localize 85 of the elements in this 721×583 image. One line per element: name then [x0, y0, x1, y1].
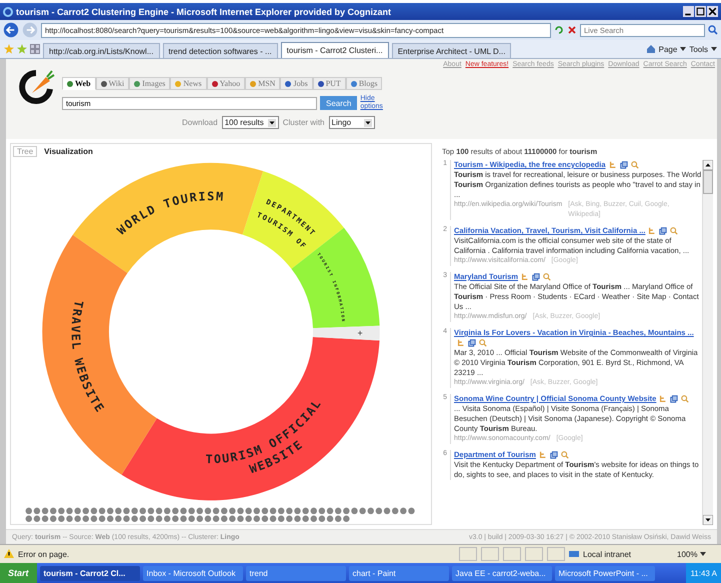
- more-segment[interactable]: [312, 326, 380, 340]
- stop-icon[interactable]: [567, 25, 577, 35]
- view-tab[interactable]: Tree: [13, 146, 38, 157]
- source-tab[interactable]: Images: [129, 77, 170, 90]
- magnifier-icon[interactable]: [560, 450, 569, 459]
- magnifier-icon[interactable]: [670, 226, 678, 235]
- taskbar-button[interactable]: trend: [246, 566, 346, 580]
- browser-tab[interactable]: Enterprise Architect - UML D...: [392, 43, 512, 58]
- source-tab[interactable]: Jobs: [280, 77, 313, 90]
- view-tab[interactable]: Visualization: [40, 146, 97, 157]
- dropdown-arrow-icon: [364, 118, 372, 126]
- toolbar-menu[interactable]: Tools: [689, 44, 717, 54]
- new-window-icon[interactable]: [550, 450, 558, 459]
- caret-icon: [680, 47, 686, 52]
- source-tab[interactable]: News: [170, 77, 207, 90]
- source-tab[interactable]: Wiki: [96, 77, 130, 90]
- close-button[interactable]: [707, 6, 718, 17]
- clock: 11:43 A: [690, 568, 717, 578]
- search-button[interactable]: Search: [320, 96, 358, 110]
- cluster-segment[interactable]: [122, 337, 380, 500]
- new-window-icon[interactable]: [620, 160, 628, 169]
- taskbar-button[interactable]: Java EE - carrot2-weba...: [452, 566, 552, 580]
- new-window-icon[interactable]: [670, 394, 678, 403]
- scroll-thumb[interactable]: [703, 170, 713, 194]
- status-panel: [503, 547, 521, 561]
- tree-icon[interactable]: [457, 338, 465, 347]
- magnifier-icon[interactable]: [479, 338, 487, 347]
- tree-icon[interactable]: [648, 226, 656, 235]
- zoom-level[interactable]: 100%: [677, 550, 717, 558]
- magnifier-icon[interactable]: [681, 394, 690, 403]
- carrot-logo-icon[interactable]: [16, 67, 56, 107]
- scroll-up-button[interactable]: [703, 160, 713, 170]
- tab-list-icon[interactable]: [30, 44, 40, 54]
- source-tab[interactable]: Yahoo: [206, 77, 246, 90]
- magnifier-icon[interactable]: [630, 160, 638, 169]
- browser-tab[interactable]: tourism - Carrot2 Clusteri...: [280, 42, 389, 58]
- source-tab[interactable]: PUT: [312, 77, 346, 90]
- tree-icon[interactable]: [659, 394, 668, 403]
- tree-icon[interactable]: [521, 272, 530, 281]
- warning-icon[interactable]: [4, 549, 14, 559]
- status-message: Error on page.: [18, 550, 70, 558]
- taskbar-button[interactable]: chart - Paint: [348, 566, 449, 580]
- new-window-icon[interactable]: [468, 338, 476, 347]
- browser-logo-icon: [3, 6, 13, 16]
- refresh-icon[interactable]: [554, 25, 564, 35]
- taskbar-button[interactable]: tourism - Carrot2 Cl...: [40, 566, 140, 580]
- taskbar-button[interactable]: Inbox - Microsoft Outlook: [142, 566, 243, 580]
- results-dropdown[interactable]: 100 results: [222, 116, 279, 129]
- network-icon: [569, 549, 579, 559]
- scrollbar[interactable]: [702, 160, 713, 525]
- new-window-icon[interactable]: [659, 226, 668, 235]
- start-button[interactable]: Start: [0, 563, 37, 583]
- scroll-down-button[interactable]: [703, 515, 713, 525]
- magnifier-icon[interactable]: [543, 272, 552, 281]
- taskbar-button[interactable]: Microsoft PowerPoint - ...: [554, 566, 655, 580]
- toolbar-menu[interactable]: Page: [658, 44, 686, 54]
- window-title: tourism - Carrot2 Clustering Engine - Microsoft Internet Explorer provided by Cognizant: [16, 6, 392, 16]
- source-tab[interactable]: Web: [62, 77, 96, 90]
- new-window-icon[interactable]: [532, 272, 540, 281]
- status-panel: [547, 547, 565, 561]
- status-panel: [481, 547, 499, 561]
- home-icon[interactable]: [646, 44, 656, 54]
- caret-icon: [711, 47, 717, 52]
- download-label: Download: [182, 118, 218, 127]
- tree-icon[interactable]: [608, 160, 616, 169]
- status-panel: [525, 547, 543, 561]
- cluster-label: Cluster with: [282, 118, 325, 127]
- cluster-segment[interactable]: [42, 234, 157, 475]
- maximize-button[interactable]: [695, 6, 706, 17]
- dropdown-arrow-icon: [268, 118, 276, 126]
- search-icon[interactable]: [708, 25, 718, 35]
- source-tab[interactable]: MSN: [245, 77, 280, 90]
- browser-tab[interactable]: trend detection softwares - ...: [162, 43, 278, 58]
- source-tab[interactable]: Blogs: [346, 77, 382, 90]
- tree-icon[interactable]: [538, 450, 547, 459]
- star-icon[interactable]: [4, 44, 14, 54]
- browser-tab[interactable]: http://cab.org.in/Lists/Knowl...: [43, 43, 160, 58]
- minimize-button[interactable]: [683, 6, 694, 17]
- status-panel: [459, 547, 477, 561]
- more-marker[interactable]: +: [358, 328, 363, 338]
- add-favorite-icon[interactable]: [17, 44, 27, 54]
- caret-icon: [700, 552, 706, 556]
- algorithm-dropdown[interactable]: Lingo: [328, 116, 375, 129]
- back-button[interactable]: [3, 22, 19, 38]
- security-zone: Local intranet: [583, 550, 632, 558]
